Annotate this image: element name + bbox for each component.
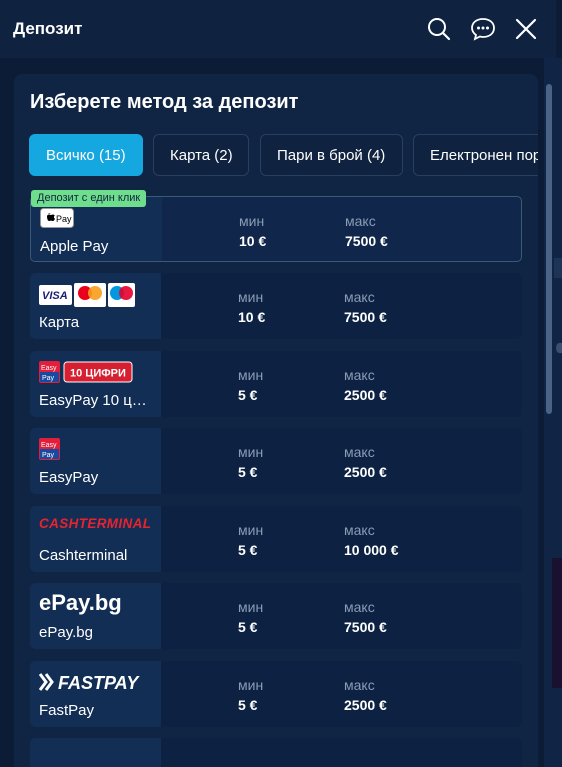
header-bar: Депозит <box>0 0 556 58</box>
fastpay-logo: FASTPAY <box>38 671 151 698</box>
payment-method-next[interactable] <box>30 738 522 767</box>
min-value: 5 € <box>238 464 258 480</box>
logo-cell <box>30 738 161 767</box>
payment-method-apple-pay[interactable]: Депозит с един клик Pay Apple Pay мин 10… <box>30 190 522 262</box>
filter-tabs: Всичко (15) Карта (2) Пари в брой (4) Ел… <box>29 134 538 176</box>
background-fragment <box>552 558 562 688</box>
payment-method-fastpay[interactable]: FASTPAY FastPay мин 5 € макс 2500 € <box>30 661 522 727</box>
epay-logo: ePay.bg <box>39 589 149 620</box>
min-label: мин <box>238 289 264 305</box>
svg-text:Easy: Easy <box>41 365 57 372</box>
min-value: 10 € <box>238 309 266 325</box>
svg-text:ePay.bg: ePay.bg <box>39 590 122 615</box>
max-label: макс <box>344 677 375 693</box>
max-value: 2500 € <box>344 697 387 713</box>
max-label: макс <box>344 599 375 615</box>
max-value: 7500 € <box>345 233 388 249</box>
max-value: 10 000 € <box>344 542 399 558</box>
method-name: ePay.bg <box>39 624 93 641</box>
apple-pay-logo: Pay <box>40 208 74 233</box>
min-label: мин <box>239 213 265 229</box>
min-label: мин <box>238 522 264 538</box>
method-name: EasyPay <box>39 469 99 486</box>
min-value: 10 € <box>239 233 267 249</box>
max-value: 2500 € <box>344 464 387 480</box>
search-icon[interactable] <box>426 16 452 42</box>
background-fragment <box>554 258 562 278</box>
scrollbar[interactable] <box>546 84 552 414</box>
tab-cash[interactable]: Пари в брой (4) <box>260 134 403 176</box>
method-name: Apple Pay <box>40 238 109 255</box>
max-label: макс <box>344 444 375 460</box>
background-fragment <box>556 343 562 353</box>
svg-text:10 ЦИФРИ: 10 ЦИФРИ <box>70 368 126 380</box>
max-label: макс <box>344 289 375 305</box>
method-name: EasyPay 10 ц… <box>39 392 147 409</box>
svg-text:CASHTERMINAL: CASHTERMINAL <box>39 516 151 531</box>
easypay-logo: Easy Pay <box>39 438 61 465</box>
min-value: 5 € <box>238 542 258 558</box>
method-name: FastPay <box>39 702 95 719</box>
min-label: мин <box>238 367 264 383</box>
tab-all[interactable]: Всичко (15) <box>29 134 143 176</box>
payment-method-epay[interactable]: ePay.bg ePay.bg мин 5 € макс 7500 € <box>30 583 522 649</box>
visa-mastercard-maestro-logo: VISA <box>39 283 135 312</box>
max-value: 2500 € <box>344 387 387 403</box>
min-value: 5 € <box>238 697 258 713</box>
max-value: 7500 € <box>344 619 387 635</box>
min-value: 5 € <box>238 387 258 403</box>
min-label: мин <box>238 444 264 460</box>
payment-method-cashterminal[interactable]: CASHTERMINAL Cashterminal мин 5 € макс 1… <box>30 506 522 572</box>
page-title: Депозит <box>13 19 83 38</box>
one-click-badge: Депозит с един клик <box>31 190 147 207</box>
tab-card[interactable]: Карта (2) <box>153 134 249 176</box>
chat-icon[interactable] <box>470 16 496 42</box>
max-label: макс <box>344 522 375 538</box>
section-heading: Изберете метод за депозит <box>30 91 299 113</box>
svg-text:Easy: Easy <box>41 442 57 449</box>
deposit-methods-panel: Изберете метод за депозит Всичко (15) Ка… <box>14 74 538 767</box>
deposit-window: Депозит Изберете метод за депозит Всичко… <box>0 0 562 767</box>
payment-method-card[interactable]: VISA Карта мин 10 € макс 7500 € <box>30 273 522 339</box>
min-label: мин <box>238 677 264 693</box>
cashterminal-logo: CASHTERMINAL <box>39 515 155 536</box>
max-value: 7500 € <box>344 309 387 325</box>
max-label: макс <box>344 367 375 383</box>
max-label: макс <box>345 213 376 229</box>
method-name: Cashterminal <box>39 547 128 564</box>
min-label: мин <box>238 599 264 615</box>
easypay-10-digits-logo: Easy Pay 10 ЦИФРИ <box>39 361 135 388</box>
svg-text:Pay: Pay <box>42 375 55 382</box>
svg-text:Pay: Pay <box>56 214 72 224</box>
method-name: Карта <box>39 314 80 331</box>
svg-text:Pay: Pay <box>42 452 55 459</box>
min-value: 5 € <box>238 619 258 635</box>
payment-method-easypay-10-digits[interactable]: Easy Pay 10 ЦИФРИ EasyPay 10 ц… мин 5 € … <box>30 351 522 417</box>
tab-e-wallet[interactable]: Електронен портфейл <box>413 134 538 176</box>
svg-text:VISA: VISA <box>42 290 68 302</box>
svg-text:FASTPAY: FASTPAY <box>58 673 140 693</box>
close-icon[interactable] <box>513 16 539 42</box>
payment-method-easypay[interactable]: Easy Pay EasyPay мин 5 € макс 2500 € <box>30 428 522 494</box>
